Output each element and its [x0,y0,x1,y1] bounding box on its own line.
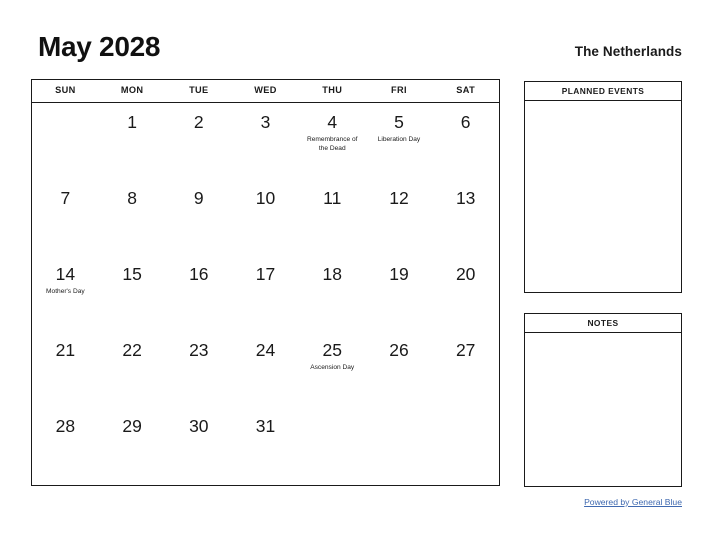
day-cell[interactable]: 27 [432,331,499,407]
day-cell[interactable]: 30 [165,407,232,483]
day-number: 17 [255,264,276,285]
day-cell[interactable]: 6 [432,103,499,179]
weekday-header-sun: SUN [55,85,76,95]
page-title: May 2028 [38,31,161,62]
day-cell[interactable]: 24 [232,331,299,407]
day-cell[interactable]: 8 [99,179,166,255]
day-cell[interactable]: 14 Mother's Day [32,255,99,331]
day-number: 25 [322,340,342,361]
day-number: 1 [127,112,137,132]
calendar-grid: SUN MON TUE WED THU FRI SAT 1 2 3 4 Remembrance of… [31,79,500,486]
calendar-weeks: 1 2 3 4 Remembrance of the Dead 5 Liberation D… [32,103,499,483]
day-number: 22 [122,340,142,361]
day-cell[interactable]: 5 Liberation Day [366,103,433,179]
day-number: 13 [455,188,476,209]
day-cell[interactable]: 15 [99,255,166,331]
day-cell-empty [432,407,499,483]
day-number: 14 [55,264,76,285]
day-cell[interactable]: 7 [32,179,99,255]
day-cell[interactable]: 17 [232,255,299,331]
day-number: 21 [55,340,76,361]
day-number: 12 [389,188,409,209]
notes-panel: NOTES [524,313,682,487]
weekday-header-fri: FRI [391,85,407,95]
day-cell[interactable]: 4 Remembrance of the Dead [299,103,366,179]
day-cell-empty [32,103,99,179]
day-number: 16 [189,264,209,285]
day-cell[interactable]: 10 [232,179,299,255]
calendar-week-row: 1 2 3 4 Remembrance of the Dead 5 Liberation D… [32,103,499,179]
day-number: 27 [455,340,476,361]
day-number: 11 [323,188,342,209]
day-number: 6 [460,112,471,132]
weekday-header-thu: THU [322,85,343,95]
calendar-week-row: 7 8 9 10 11 12 13 [32,179,499,255]
powered-by-link[interactable]: Powered by General Blue [584,498,682,507]
day-cell[interactable]: 21 [32,331,99,407]
calendar-week-row: 14 Mother's Day 15 16 17 18 19 20 [32,255,499,331]
day-number: 30 [189,416,209,437]
day-event-label: Remembrance of the Dead [306,136,358,153]
weekday-header-row: SUN MON TUE WED THU FRI SAT [32,80,499,103]
day-cell[interactable]: 1 [99,103,166,179]
day-number: 20 [455,264,476,285]
day-cell[interactable]: 19 [366,255,433,331]
day-number: 2 [193,112,204,132]
day-cell[interactable]: 25 Ascension Day [299,331,366,407]
day-cell[interactable]: 12 [366,179,433,255]
day-cell[interactable]: 2 [165,103,232,179]
day-event-label: Mother's Day [46,288,85,296]
page-header: May 2028 The Netherlands [0,0,712,79]
day-cell[interactable]: 22 [99,331,166,407]
day-cell[interactable]: 11 [299,179,366,255]
day-cell[interactable]: 16 [165,255,232,331]
day-number: 5 [394,112,404,132]
weekday-header-wed: WED [254,85,277,95]
day-number: 28 [55,416,76,437]
day-cell[interactable]: 26 [366,331,433,407]
day-number: 23 [189,340,209,361]
weekday-header-sat: SAT [456,85,476,95]
day-cell[interactable]: 20 [432,255,499,331]
notes-body[interactable] [525,333,681,486]
day-number: 15 [122,264,142,285]
planned-events-body[interactable] [525,101,681,292]
calendar-week-row: 28 29 30 31 [32,407,499,483]
day-cell-empty [366,407,433,483]
day-cell-empty [299,407,366,483]
day-number: 8 [127,188,137,209]
day-cell[interactable]: 13 [432,179,499,255]
day-number: 19 [389,264,409,285]
day-cell[interactable]: 23 [165,331,232,407]
day-cell[interactable]: 31 [232,407,299,483]
day-number: 26 [389,340,409,361]
day-event-label: Ascension Day [310,364,355,372]
day-cell[interactable]: 3 [232,103,299,179]
day-number: 4 [327,112,338,132]
calendar-week-row: 21 22 23 24 25 Ascension Day 26 27 [32,331,499,407]
day-number: 31 [255,416,276,437]
day-cell[interactable]: 18 [299,255,366,331]
day-number: 10 [255,188,276,209]
notes-title: NOTES [525,314,681,333]
country-label: The Netherlands [574,44,682,59]
day-number: 7 [60,188,71,209]
day-event-label: Liberation Day [377,136,421,144]
day-number: 29 [122,416,142,437]
day-number: 3 [260,112,271,132]
day-number: 9 [193,188,204,209]
planned-events-title: PLANNED EVENTS [525,82,681,101]
planned-events-panel: PLANNED EVENTS [524,81,682,293]
day-cell[interactable]: 29 [99,407,166,483]
day-number: 24 [255,340,276,361]
day-number: 18 [322,264,342,285]
day-cell[interactable]: 9 [165,179,232,255]
weekday-header-tue: TUE [189,85,209,95]
weekday-header-mon: MON [120,85,144,95]
day-cell[interactable]: 28 [32,407,99,483]
